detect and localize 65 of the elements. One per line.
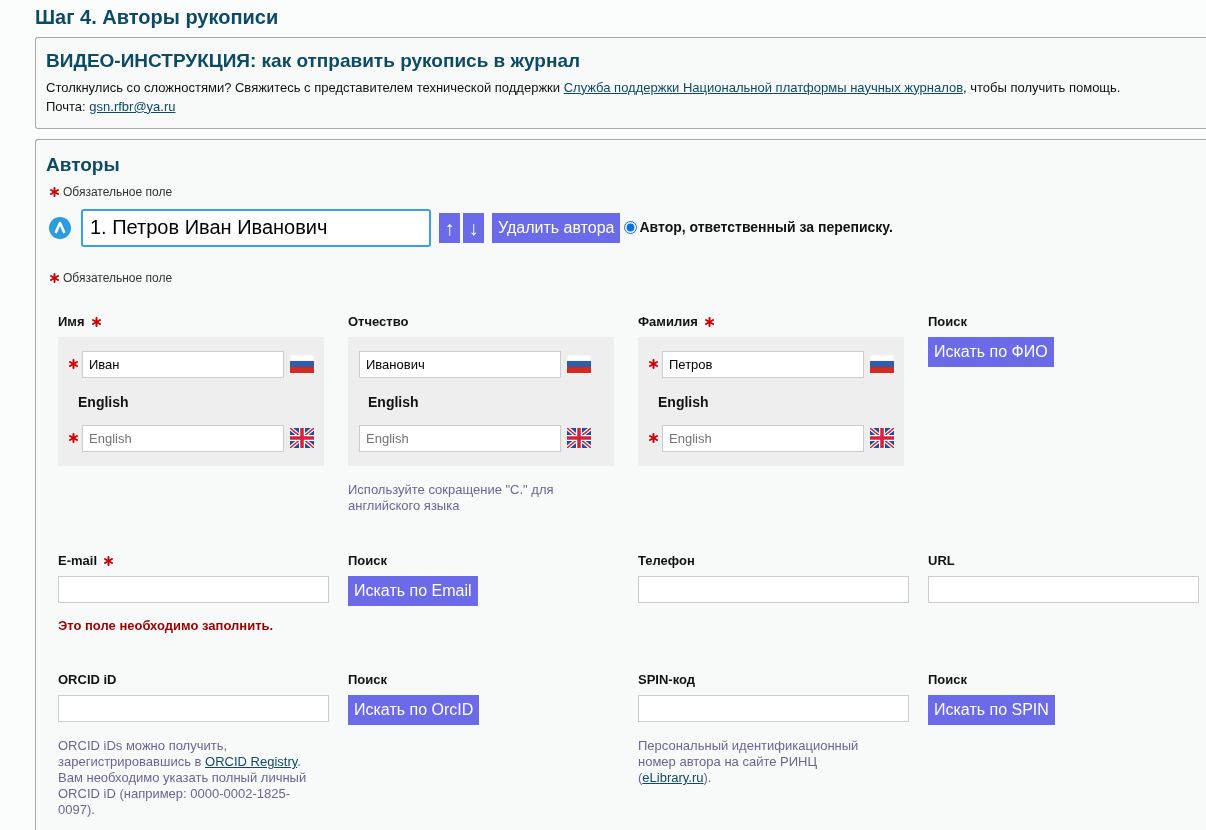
field-label: Поиск xyxy=(928,312,967,331)
hint-text: ORCID iDs можно получить, зарегистрировавшись в ORCID Registry. Вам необходимо указать полный личный ORCID iD (например: 0000-0002-1825-0097). xyxy=(58,738,308,819)
author-name-field[interactable]: 1. Петров Иван Иванович xyxy=(81,208,431,247)
move-up-button[interactable]: ↑ xyxy=(439,212,460,243)
author-badge-icon xyxy=(49,216,71,239)
required-icon xyxy=(649,359,658,370)
field-label: Фамилия xyxy=(638,312,698,331)
panel-heading: ВИДЕО-ИНСТРУКЦИЯ: как отправить рукопись в журнал xyxy=(46,50,582,73)
field-label: Поиск xyxy=(928,671,967,690)
field-label: Телефон xyxy=(638,551,695,570)
search-button[interactable]: Искать по SPIN xyxy=(928,695,1055,726)
corresponding-label: Автор, ответственный за переписку. xyxy=(639,218,893,238)
required-icon xyxy=(104,555,113,566)
search-button[interactable]: Искать по OrcID xyxy=(348,695,480,726)
required-icon xyxy=(50,186,59,197)
required-icon xyxy=(649,433,658,444)
email-link[interactable]: gsn.rfbr@ya.ru xyxy=(89,98,176,114)
hint-text: Используйте сокращение "С." для английского языка xyxy=(348,481,555,514)
flag-icon xyxy=(870,355,894,374)
text-field[interactable]: Иванович xyxy=(359,350,561,378)
flag-icon xyxy=(290,428,314,449)
field-label: SPIN-код xyxy=(638,671,696,690)
language-label: English xyxy=(368,392,420,412)
field-label: E-mail xyxy=(58,551,97,570)
flag-icon xyxy=(567,428,591,449)
hint-link[interactable]: eLibrary.ru xyxy=(642,770,704,786)
flag-icon xyxy=(870,428,894,449)
hint-text: Персональный идентификационный номер автора на сайте РИНЦ (eLibrary.ru). xyxy=(638,738,860,787)
flag-icon xyxy=(290,355,314,374)
support-text: Столкнулись со сложностями? Свяжитесь с представителем технической поддержки Служба поддержки Национальной платформы научных журналов, чтобы получить помощь. xyxy=(46,78,1122,97)
text-field[interactable] xyxy=(638,575,909,603)
corresponding-radio[interactable] xyxy=(624,221,638,235)
field-label: URL xyxy=(928,551,955,570)
text-field[interactable]: English xyxy=(359,424,561,452)
flag-icon xyxy=(567,355,591,374)
text-field[interactable]: English xyxy=(662,424,864,452)
text-field[interactable] xyxy=(58,695,329,723)
required-icon xyxy=(704,316,714,327)
field-label: Поиск xyxy=(348,551,387,570)
search-button[interactable]: Искать по ФИО xyxy=(928,336,1054,367)
field-label: Имя xyxy=(58,312,85,331)
move-down-button[interactable]: ↓ xyxy=(463,212,484,243)
text-field[interactable] xyxy=(638,695,909,723)
field-label: ORCID iD xyxy=(58,671,117,690)
page-title: Шаг 4. Авторы рукописи xyxy=(35,5,280,29)
text-field[interactable] xyxy=(58,575,329,603)
required-icon xyxy=(69,359,78,370)
required-icon xyxy=(69,433,78,444)
text-field[interactable]: English xyxy=(82,424,284,452)
mail-text: Почта: gsn.rfbr@ya.ru xyxy=(46,97,177,116)
section-heading: Авторы xyxy=(46,153,121,177)
search-button[interactable]: Искать по Email xyxy=(348,575,478,606)
text-field[interactable] xyxy=(928,575,1199,603)
required-note: Обязательное поле xyxy=(63,269,173,287)
language-label: English xyxy=(658,392,710,412)
required-note: Обязательное поле xyxy=(63,183,173,201)
required-icon xyxy=(91,316,101,327)
text-field[interactable]: Петров xyxy=(662,350,864,378)
delete-author-button[interactable]: Удалить автора xyxy=(492,212,621,243)
error-message: Это поле необходимо заполнить. xyxy=(58,616,275,635)
required-icon xyxy=(50,272,59,283)
text-field[interactable]: Иван xyxy=(82,350,284,378)
field-label: Поиск xyxy=(348,671,387,690)
language-label: English xyxy=(78,392,130,412)
field-label: Отчество xyxy=(348,312,409,331)
